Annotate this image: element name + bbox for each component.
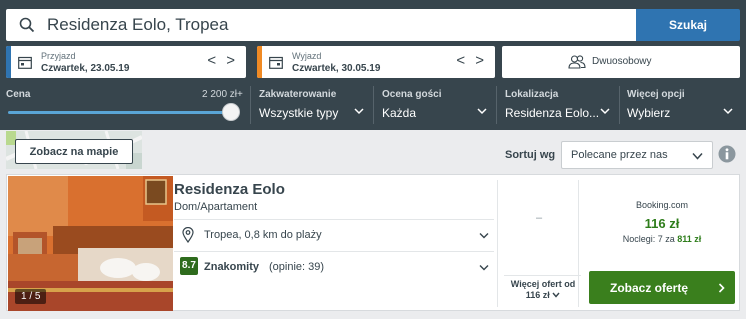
checkout-stripe bbox=[257, 46, 262, 78]
more-offers-price: 116 zł bbox=[525, 290, 550, 300]
empty-offer-slot: – bbox=[536, 212, 543, 224]
rating-word: Znakomity bbox=[204, 261, 260, 273]
offer-price[interactable]: 116 zł bbox=[589, 216, 735, 231]
rating-count: (opinie: 39) bbox=[269, 261, 325, 273]
checkout-value: Czwartek, 30.05.19 bbox=[292, 63, 381, 74]
chevron-down-icon[interactable] bbox=[477, 107, 487, 115]
accommodation-filter-label: Zakwaterowanie bbox=[259, 89, 337, 100]
view-deal-button[interactable]: Zobacz ofertę bbox=[589, 271, 735, 304]
chevron-down-icon bbox=[479, 265, 489, 271]
room-type-label: Dwuosobowy bbox=[592, 56, 652, 67]
checkin-value: Czwartek, 23.05.19 bbox=[41, 63, 130, 74]
checkin-stripe bbox=[6, 46, 11, 78]
rating-row[interactable]: 8.7 Znakomity (opinie: 39) bbox=[174, 252, 494, 282]
price-filter-label: Cena bbox=[6, 89, 31, 100]
price-slider-handle[interactable] bbox=[222, 103, 240, 121]
column-divider bbox=[497, 180, 498, 307]
sort-value: Polecane przez nas bbox=[571, 149, 668, 161]
hotel-type: Dom/Apartament bbox=[174, 201, 258, 213]
filter-divider bbox=[496, 86, 497, 124]
column-divider bbox=[578, 180, 579, 307]
location-text: Tropea, 0,8 km do plaży bbox=[204, 229, 322, 241]
rating-filter-value[interactable]: Każda bbox=[382, 106, 416, 120]
info-icon[interactable] bbox=[718, 145, 736, 163]
nights-total: 811 zł bbox=[677, 234, 702, 244]
location-filter-label: Lokalizacja bbox=[505, 89, 559, 100]
calendar-icon bbox=[269, 56, 283, 69]
checkin-prev-next-arrows[interactable]: < > bbox=[207, 52, 238, 69]
chevron-down-icon bbox=[552, 292, 560, 298]
show-map-button[interactable]: Zobacz na mapie bbox=[15, 139, 133, 164]
price-max-value: 2 200 zł+ bbox=[202, 89, 243, 100]
accommodation-filter-value[interactable]: Wszystkie typy bbox=[259, 106, 338, 120]
checkout-prev-next-arrows[interactable]: < > bbox=[456, 52, 487, 69]
sort-label: Sortuj wg bbox=[505, 149, 556, 161]
filter-divider bbox=[373, 86, 374, 124]
checkin-label: Przyjazd bbox=[41, 51, 76, 61]
search-input[interactable]: Residenza Eolo, Tropea bbox=[47, 15, 228, 35]
filter-divider bbox=[619, 86, 620, 124]
search-field[interactable]: Residenza Eolo, Tropea bbox=[6, 9, 636, 41]
room-type-selector[interactable]: Dwuosobowy bbox=[502, 46, 740, 78]
more-offers-link[interactable]: Więcej ofert od 116 zł bbox=[503, 279, 583, 301]
chevron-down-icon[interactable] bbox=[600, 107, 610, 115]
hotel-result-card: 1 / 5 Residenza Eolo Dom/Apartament Trop… bbox=[6, 174, 740, 311]
sort-select[interactable]: Polecane przez nas bbox=[561, 141, 713, 169]
more-offers-divider bbox=[504, 275, 581, 276]
filter-divider bbox=[250, 86, 251, 124]
search-icon bbox=[19, 17, 35, 33]
price-slider-track[interactable] bbox=[8, 111, 231, 114]
chevron-down-icon bbox=[692, 152, 703, 160]
rating-score-badge: 8.7 bbox=[180, 257, 198, 275]
chevron-right-icon bbox=[718, 283, 725, 293]
calendar-icon bbox=[18, 56, 32, 69]
more-offers-line1: Więcej ofert od bbox=[510, 279, 576, 289]
search-button[interactable]: Szukaj bbox=[636, 9, 740, 41]
location-filter-value[interactable]: Residenza Eolo... bbox=[505, 106, 599, 120]
nights-prefix: Noclegi: 7 za bbox=[622, 234, 675, 244]
chevron-down-icon[interactable] bbox=[723, 107, 733, 115]
checkout-label: Wyjazd bbox=[292, 51, 322, 61]
more-options-value[interactable]: Wybierz bbox=[627, 106, 670, 120]
hotel-photo[interactable]: 1 / 5 bbox=[8, 176, 173, 311]
location-pin-icon bbox=[182, 227, 194, 243]
checkout-date-picker[interactable]: Wyjazd Czwartek, 30.05.19 < > bbox=[257, 46, 495, 78]
photo-counter: 1 / 5 bbox=[15, 289, 47, 304]
chevron-down-icon[interactable] bbox=[354, 107, 364, 115]
more-offers-price-row: 116 zł bbox=[503, 290, 583, 301]
provider-name[interactable]: Booking.com bbox=[589, 200, 735, 210]
chevron-down-icon bbox=[479, 233, 489, 239]
nights-summary: Noclegi: 7 za 811 zł bbox=[589, 234, 735, 244]
rating-filter-label: Ocena gości bbox=[382, 89, 442, 100]
people-icon bbox=[568, 55, 586, 69]
hotel-name[interactable]: Residenza Eolo bbox=[174, 181, 285, 198]
more-options-label: Więcej opcji bbox=[627, 89, 685, 100]
checkin-date-picker[interactable]: Przyjazd Czwartek, 23.05.19 < > bbox=[6, 46, 246, 78]
view-deal-label: Zobacz ofertę bbox=[609, 281, 688, 295]
location-row[interactable]: Tropea, 0,8 km do plaży bbox=[174, 220, 494, 250]
